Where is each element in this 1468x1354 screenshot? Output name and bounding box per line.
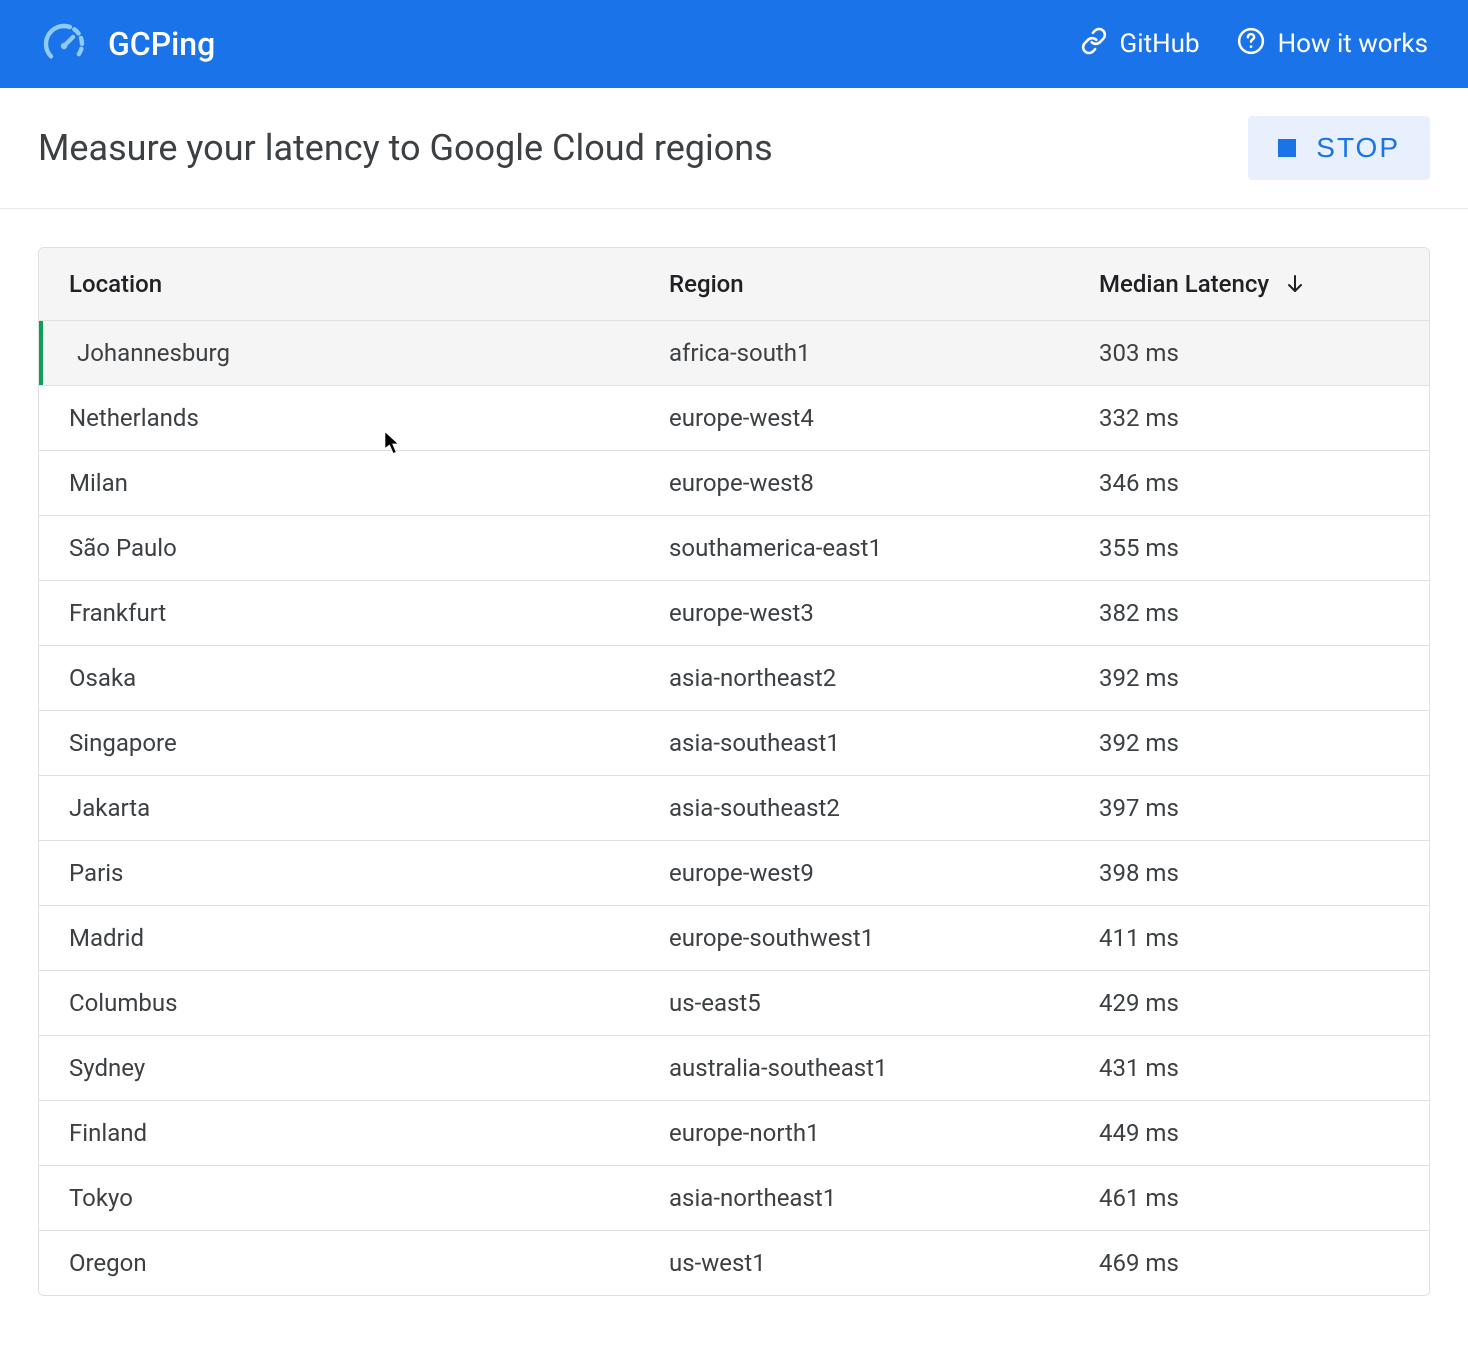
header-links: GitHub How it works <box>1080 26 1428 63</box>
cell-location: Frankfurt <box>69 599 669 627</box>
cell-location: Oregon <box>69 1249 669 1277</box>
table-row[interactable]: Tokyoasia-northeast1461 ms <box>39 1166 1429 1231</box>
cell-region: us-west1 <box>669 1249 1099 1277</box>
cell-latency: 346 ms <box>1099 469 1399 497</box>
cell-region: europe-west3 <box>669 599 1099 627</box>
brand[interactable]: GCPing <box>40 20 215 68</box>
cell-latency: 429 ms <box>1099 989 1399 1017</box>
cell-region: europe-west4 <box>669 404 1099 432</box>
how-it-works-label: How it works <box>1278 29 1428 59</box>
cell-location: Madrid <box>69 924 669 952</box>
cell-location: São Paulo <box>69 534 669 562</box>
cell-location: Finland <box>69 1119 669 1147</box>
table-row[interactable]: Osakaasia-northeast2392 ms <box>39 646 1429 711</box>
table-row[interactable]: Milaneurope-west8346 ms <box>39 451 1429 516</box>
cell-region: asia-northeast2 <box>669 664 1099 692</box>
cell-location: Johannesburg <box>69 339 669 367</box>
app-title: GCPing <box>108 25 215 63</box>
table-row[interactable]: Columbusus-east5429 ms <box>39 971 1429 1036</box>
header-latency[interactable]: Median Latency <box>1099 270 1399 298</box>
table-row[interactable]: Finlandeurope-north1449 ms <box>39 1101 1429 1166</box>
cell-latency: 392 ms <box>1099 729 1399 757</box>
cell-region: africa-south1 <box>669 339 1099 367</box>
how-it-works-link[interactable]: How it works <box>1236 26 1428 63</box>
table-row[interactable]: Oregonus-west1469 ms <box>39 1231 1429 1295</box>
table-row[interactable]: Madrideurope-southwest1411 ms <box>39 906 1429 971</box>
github-link[interactable]: GitHub <box>1080 27 1200 62</box>
latency-table: Location Region Median Latency Johannesb… <box>38 247 1430 1296</box>
header-location[interactable]: Location <box>69 270 669 298</box>
cell-location: Singapore <box>69 729 669 757</box>
table-header: Location Region Median Latency <box>39 248 1429 321</box>
cell-latency: 398 ms <box>1099 859 1399 887</box>
cell-location: Sydney <box>69 1054 669 1082</box>
stop-button[interactable]: STOP <box>1248 116 1430 180</box>
sort-descending-icon <box>1283 272 1307 296</box>
stop-label: STOP <box>1316 132 1400 164</box>
cell-latency: 397 ms <box>1099 794 1399 822</box>
cell-region: asia-southeast2 <box>669 794 1099 822</box>
cell-location: Netherlands <box>69 404 669 432</box>
cell-latency: 461 ms <box>1099 1184 1399 1212</box>
cell-location: Jakarta <box>69 794 669 822</box>
cell-region: europe-north1 <box>669 1119 1099 1147</box>
cell-latency: 355 ms <box>1099 534 1399 562</box>
stop-icon <box>1278 139 1296 157</box>
table-row[interactable]: Jakartaasia-southeast2397 ms <box>39 776 1429 841</box>
cell-region: australia-southeast1 <box>669 1054 1099 1082</box>
page-title: Measure your latency to Google Cloud reg… <box>38 127 773 169</box>
cell-region: europe-west8 <box>669 469 1099 497</box>
table-row[interactable]: Pariseurope-west9398 ms <box>39 841 1429 906</box>
table-row[interactable]: Frankfurteurope-west3382 ms <box>39 581 1429 646</box>
table-row[interactable]: São Paulosouthamerica-east1355 ms <box>39 516 1429 581</box>
cell-location: Osaka <box>69 664 669 692</box>
cell-latency: 303 ms <box>1099 339 1399 367</box>
table-row[interactable]: Sydneyaustralia-southeast1431 ms <box>39 1036 1429 1101</box>
gauge-icon <box>40 20 88 68</box>
table-body: Johannesburgafrica-south1303 msNetherlan… <box>39 321 1429 1295</box>
cell-latency: 382 ms <box>1099 599 1399 627</box>
cell-location: Tokyo <box>69 1184 669 1212</box>
cell-location: Paris <box>69 859 669 887</box>
cell-region: us-east5 <box>669 989 1099 1017</box>
cell-location: Columbus <box>69 989 669 1017</box>
github-label: GitHub <box>1120 29 1200 59</box>
table-row[interactable]: Netherlandseurope-west4332 ms <box>39 386 1429 451</box>
cell-location: Milan <box>69 469 669 497</box>
app-header: GCPing GitHub How it works <box>0 0 1468 88</box>
cell-region: southamerica-east1 <box>669 534 1099 562</box>
table-row[interactable]: Singaporeasia-southeast1392 ms <box>39 711 1429 776</box>
cell-region: europe-west9 <box>669 859 1099 887</box>
cell-latency: 392 ms <box>1099 664 1399 692</box>
cell-latency: 449 ms <box>1099 1119 1399 1147</box>
help-icon <box>1236 26 1266 63</box>
table-row[interactable]: Johannesburgafrica-south1303 ms <box>39 321 1429 386</box>
cell-latency: 332 ms <box>1099 404 1399 432</box>
cell-region: asia-northeast1 <box>669 1184 1099 1212</box>
cell-region: asia-southeast1 <box>669 729 1099 757</box>
link-icon <box>1080 27 1108 62</box>
topbar: Measure your latency to Google Cloud reg… <box>0 88 1468 209</box>
cell-latency: 411 ms <box>1099 924 1399 952</box>
cell-latency: 469 ms <box>1099 1249 1399 1277</box>
table-container: Location Region Median Latency Johannesb… <box>0 209 1468 1334</box>
cell-region: europe-southwest1 <box>669 924 1099 952</box>
cell-latency: 431 ms <box>1099 1054 1399 1082</box>
header-region[interactable]: Region <box>669 270 1099 298</box>
